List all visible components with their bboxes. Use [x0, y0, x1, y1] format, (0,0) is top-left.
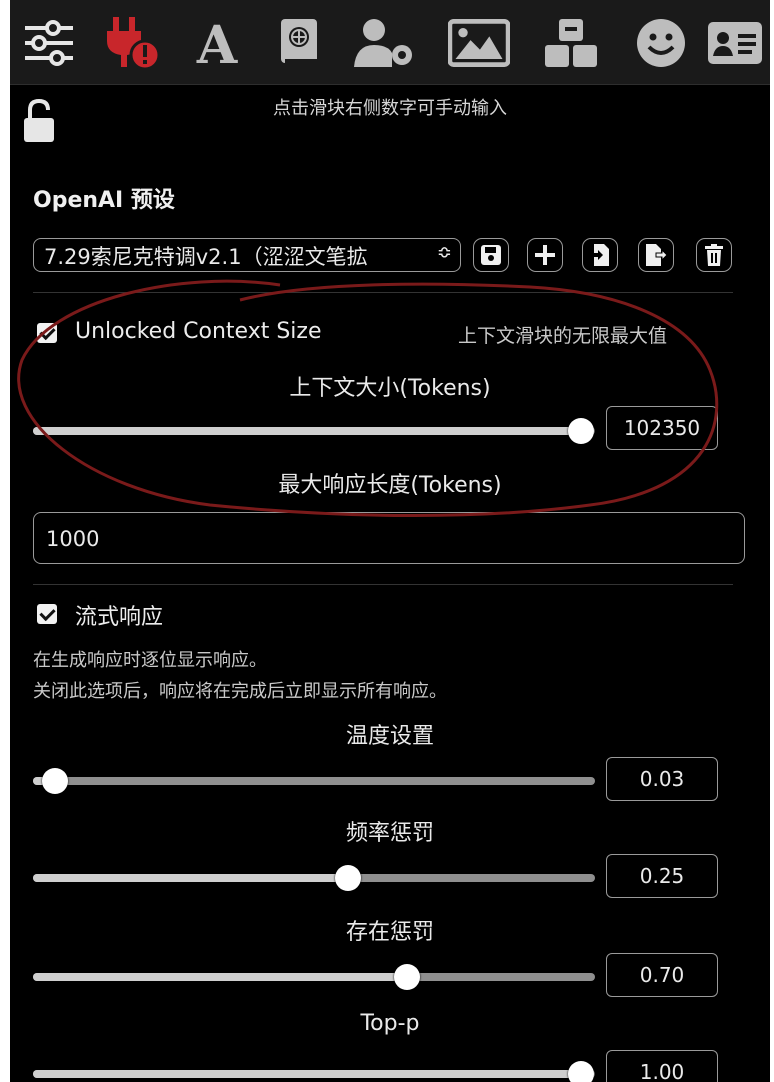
preset-title: OpenAI 预设	[33, 188, 175, 213]
plus-icon	[535, 245, 555, 265]
cubes-icon[interactable]	[540, 12, 602, 74]
slider-fill	[33, 1070, 581, 1078]
streaming-label: 流式响应	[75, 605, 164, 630]
plug-warning-icon[interactable]	[102, 12, 164, 74]
import-preset-button[interactable]	[582, 238, 618, 272]
slider-fill	[33, 427, 581, 435]
export-preset-button[interactable]	[638, 238, 674, 272]
book-globe-icon[interactable]	[268, 12, 330, 74]
import-icon	[589, 244, 609, 266]
save-preset-button[interactable]	[473, 238, 509, 272]
context-size-slider[interactable]	[33, 418, 595, 444]
slider-thumb[interactable]	[393, 964, 420, 990]
user-gear-icon[interactable]	[354, 12, 416, 74]
unlocked-context-checkbox[interactable]	[37, 323, 57, 343]
slider-label: 存在惩罚	[345, 920, 434, 945]
manual-input-hint: 点击滑块右侧数字可手动输入	[273, 98, 507, 119]
save-icon	[481, 245, 501, 265]
id-card-icon[interactable]	[704, 12, 766, 74]
slider-label: 频率惩罚	[345, 821, 434, 846]
divider	[33, 584, 733, 585]
slider-value-input[interactable]: 0.03	[606, 757, 718, 801]
context-size-input[interactable]: 102350	[606, 406, 718, 450]
slider-fill	[33, 973, 407, 981]
slider-label: 温度设置	[345, 724, 434, 749]
slider-thumb[interactable]	[567, 1061, 594, 1082]
export-icon	[646, 244, 668, 266]
unlocked-context-label: Unlocked Context Size	[75, 319, 322, 344]
preset-selected-value: 7.29索尼克特调v2.1（涩涩文笔拡	[44, 245, 368, 269]
slider-label: Top-p	[360, 1011, 420, 1036]
sampler-slider[interactable]	[33, 964, 595, 990]
sampler-slider[interactable]	[33, 1061, 595, 1082]
streaming-desc-1: 在生成响应时逐位显示响应。	[33, 650, 267, 671]
max-response-input[interactable]: 1000	[33, 512, 745, 564]
slider-thumb[interactable]	[567, 418, 594, 444]
streaming-checkbox[interactable]	[37, 604, 57, 624]
svg-text:A: A	[196, 18, 238, 68]
slider-value-input[interactable]: 0.70	[606, 953, 718, 997]
unlocked-context-hint: 上下文滑块的无限最大值	[458, 325, 668, 347]
trash-icon	[705, 244, 723, 266]
preset-select[interactable]: 7.29索尼克特调v2.1（涩涩文笔拡 ≎	[33, 238, 461, 272]
sampler-slider[interactable]	[33, 865, 595, 891]
sliders-icon[interactable]	[18, 12, 80, 74]
divider	[33, 292, 733, 293]
slider-value-input[interactable]: 1.00	[606, 1050, 718, 1082]
context-size-label: 上下文大小(Tokens)	[289, 376, 491, 401]
streaming-desc-2: 关闭此选项后，响应将在完成后立即显示所有响应。	[33, 681, 447, 702]
slider-thumb[interactable]	[42, 768, 69, 794]
sampler-slider[interactable]	[33, 768, 595, 794]
top-toolbar: A	[10, 0, 770, 85]
delete-preset-button[interactable]	[696, 238, 732, 272]
max-response-label: 最大响应长度(Tokens)	[278, 473, 502, 498]
image-icon[interactable]	[448, 12, 510, 74]
settings-panel: A 点击滑块右侧数字可手动输入 OpenAI 预设 7.29索尼克特调v2.1（…	[10, 0, 770, 1082]
slider-thumb[interactable]	[334, 865, 361, 891]
smiley-icon[interactable]	[630, 12, 692, 74]
add-preset-button[interactable]	[527, 238, 563, 272]
slider-fill	[33, 874, 348, 882]
chevron-updown-icon: ≎	[436, 242, 452, 263]
slider-value-input[interactable]: 0.25	[606, 854, 718, 898]
font-a-icon[interactable]: A	[186, 12, 248, 74]
